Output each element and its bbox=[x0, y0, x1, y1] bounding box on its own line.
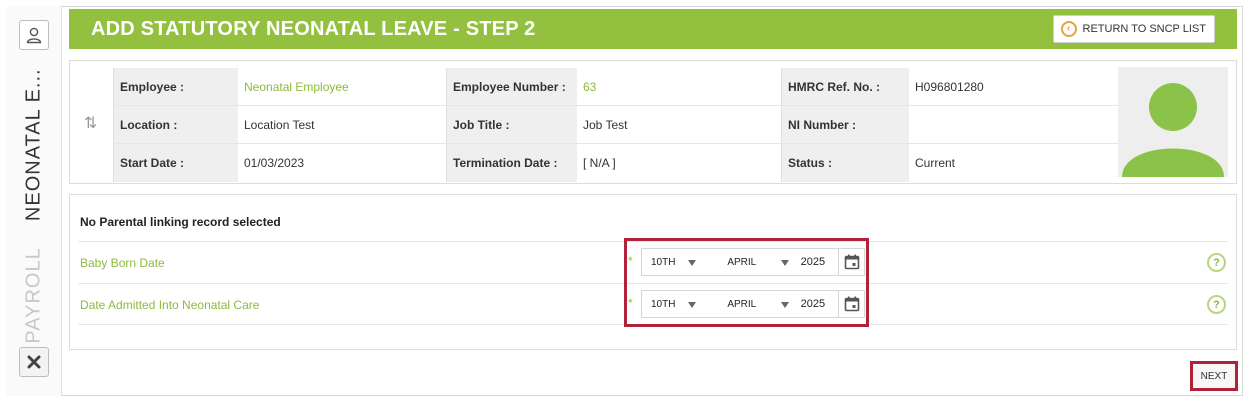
user-icon bbox=[26, 27, 42, 44]
info-label: HMRC Ref. No. : bbox=[781, 68, 909, 105]
employee-info-grid: Employee : Neonatal Employee Employee Numb… bbox=[113, 68, 1119, 182]
info-value: 63 bbox=[583, 79, 597, 94]
baby-born-date-label: Baby Born Date bbox=[80, 256, 165, 270]
employee-info-row: Employee : Neonatal Employee Employee Numb… bbox=[113, 68, 1119, 106]
avatar bbox=[1118, 67, 1228, 177]
chevron-left-circle-icon: ‹ bbox=[1060, 21, 1077, 37]
info-label: NI Number : bbox=[781, 106, 909, 143]
close-icon bbox=[27, 355, 41, 369]
info-label: Termination Date : bbox=[446, 144, 577, 182]
neonatal-admission-date-label: Date Admitted Into Neonatal Care bbox=[80, 298, 260, 312]
date-fields-highlight bbox=[624, 238, 869, 327]
info-value: Current bbox=[915, 156, 956, 170]
info-label: Employee : bbox=[113, 68, 238, 105]
return-to-sncp-list-button[interactable]: ‹ RETURN TO SNCP LIST bbox=[1052, 15, 1215, 43]
info-label: Start Date : bbox=[113, 144, 238, 182]
employee-info-card: ⇅ Employee : Neonatal Employee Employee Nu… bbox=[69, 60, 1237, 184]
employee-info-row: Start Date : 01/03/2023 Termination Date :… bbox=[113, 144, 1119, 182]
info-value: Job Test bbox=[583, 117, 628, 132]
side-strip: PAYROLL NEONATAL E... bbox=[6, 6, 62, 396]
vertical-muted-label: PAYROLL bbox=[22, 247, 45, 344]
page-header: ADD STATUTORY NEONATAL LEAVE - STEP 2 ‹ … bbox=[69, 9, 1237, 49]
info-value bbox=[909, 106, 1119, 143]
info-value: [ N/A ] bbox=[583, 156, 616, 170]
person-silhouette-icon bbox=[1122, 83, 1224, 177]
next-button-label: NEXT bbox=[1200, 370, 1228, 382]
info-value: Location Test bbox=[244, 117, 315, 132]
page-title: ADD STATUTORY NEONATAL LEAVE - STEP 2 bbox=[91, 17, 536, 40]
info-value: 01/03/2023 bbox=[244, 156, 305, 170]
next-button[interactable]: NEXT bbox=[1190, 361, 1238, 391]
info-label: Location : bbox=[113, 106, 238, 143]
info-label: Status : bbox=[781, 144, 909, 182]
user-button[interactable] bbox=[19, 20, 49, 50]
return-button-label: RETURN TO SNCP LIST bbox=[1082, 23, 1206, 35]
info-label: Employee Number : bbox=[446, 68, 577, 105]
help-icon[interactable]: ? bbox=[1207, 295, 1226, 314]
info-value: H096801280 bbox=[915, 79, 984, 94]
vertical-main-label: NEONATAL E... bbox=[22, 68, 45, 222]
parental-link-status: No Parental linking record selected bbox=[80, 215, 281, 229]
vertical-title: PAYROLL NEONATAL E... bbox=[23, 68, 46, 343]
swap-vertical-icon[interactable]: ⇅ bbox=[84, 113, 97, 133]
info-value: Neonatal Employee bbox=[244, 79, 349, 94]
info-label: Job Title : bbox=[446, 106, 577, 143]
help-icon[interactable]: ? bbox=[1207, 253, 1226, 272]
close-button[interactable] bbox=[19, 347, 49, 377]
employee-info-row: Location : Location Test Job Title : Job Te… bbox=[113, 106, 1119, 144]
